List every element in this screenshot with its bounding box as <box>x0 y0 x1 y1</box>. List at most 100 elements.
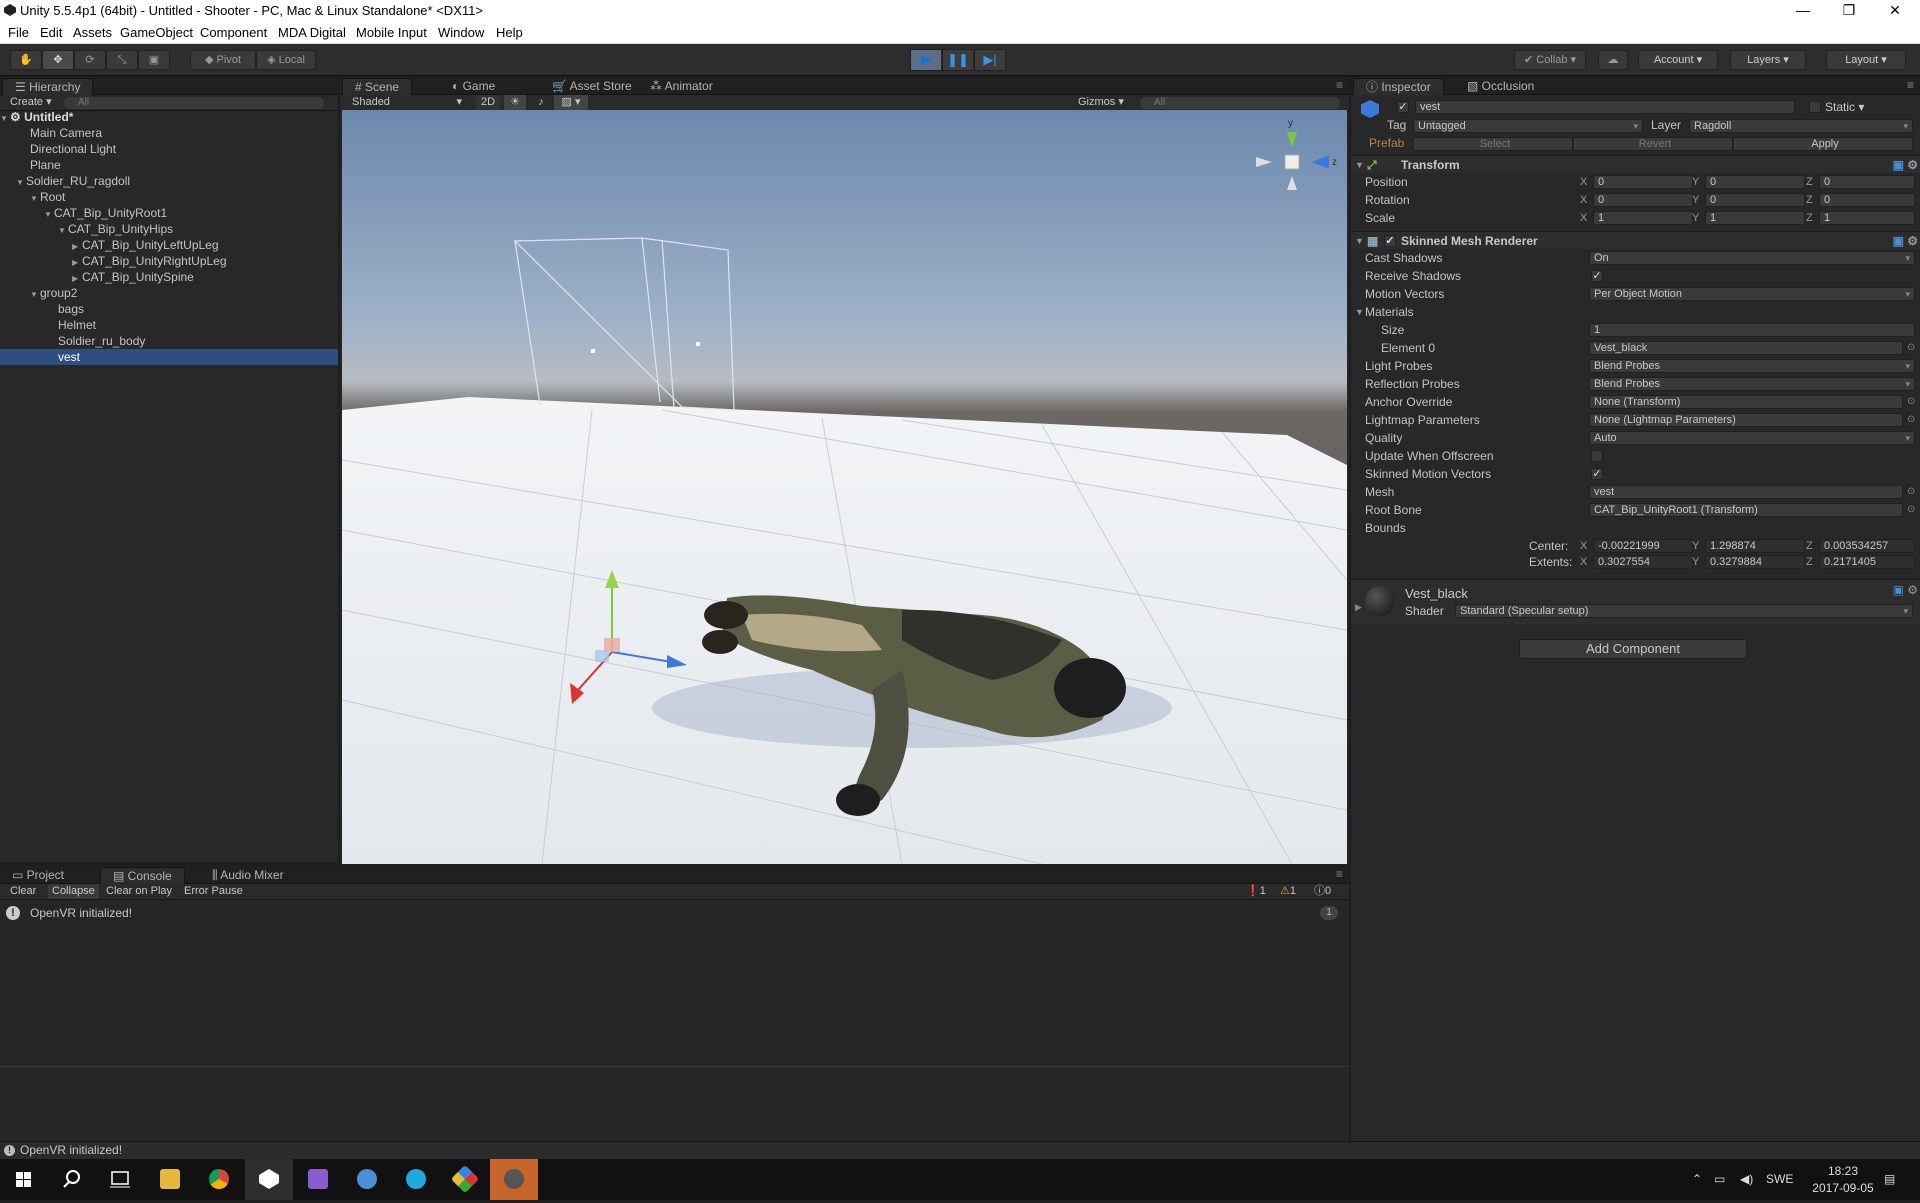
hierarchy-item-root1[interactable]: ▼ CAT_Bip_UnityRoot1 <box>0 205 338 221</box>
menu-window[interactable]: Window <box>438 25 484 40</box>
git-tool-icon[interactable] <box>441 1159 489 1200</box>
rotation-x-field[interactable]: 0 <box>1593 193 1693 207</box>
clock-time[interactable]: 18:23 <box>1816 1164 1870 1178</box>
rotation-z-field[interactable]: 0 <box>1819 193 1915 207</box>
skype-icon[interactable] <box>392 1159 440 1200</box>
panel-menu-icon[interactable]: ≡ <box>1336 78 1343 92</box>
fold-arrow-icon[interactable]: ▼ <box>1355 156 1364 174</box>
clear-on-play-button[interactable]: Clear on Play <box>106 884 172 899</box>
menu-mobile-input[interactable]: Mobile Input <box>356 25 427 40</box>
clock-date[interactable]: 2017-09-05 <box>1810 1181 1876 1195</box>
tab-scene[interactable]: # Scene <box>342 78 413 95</box>
number-field[interactable]: 1 <box>1589 323 1915 337</box>
step-button[interactable]: ▶| <box>974 49 1006 71</box>
hierarchy-item-root[interactable]: ▼ Root <box>0 189 338 205</box>
hierarchy-item-rightupleg[interactable]: ▶ CAT_Bip_UnityRightUpLeg <box>0 253 338 269</box>
menu-assets[interactable]: Assets <box>73 25 112 40</box>
help-icon[interactable]: ▣ <box>1893 583 1904 597</box>
object-field[interactable]: vest <box>1589 485 1903 499</box>
extents-z-field[interactable]: 0.2171405 <box>1819 555 1915 569</box>
menu-mda-digital[interactable]: MDA Digital <box>278 25 346 40</box>
network-icon[interactable]: ▭ <box>1714 1172 1725 1186</box>
property-dropdown[interactable]: Blend Probes <box>1589 377 1915 391</box>
start-button[interactable] <box>0 1159 48 1200</box>
scene-viewport[interactable]: y z <box>342 110 1347 864</box>
object-picker-icon[interactable]: ⊙ <box>1907 393 1915 411</box>
center-y-field[interactable]: 1.298874 <box>1705 539 1805 553</box>
visual-studio-icon[interactable] <box>294 1159 342 1200</box>
scale-y-field[interactable]: 1 <box>1705 211 1805 225</box>
clear-button[interactable]: Clear <box>10 884 36 899</box>
create-dropdown[interactable]: Create ▾ <box>10 95 52 110</box>
static-checkbox[interactable] <box>1809 101 1821 113</box>
menu-help[interactable]: Help <box>496 25 523 40</box>
maximize-button[interactable]: ❐ <box>1826 0 1872 22</box>
rect-tool-icon[interactable]: ▣ <box>138 50 170 70</box>
rotate-tool-icon[interactable]: ⟳ <box>74 50 106 70</box>
hierarchy-item-hips[interactable]: ▼ CAT_Bip_UnityHips <box>0 221 338 237</box>
search-icon[interactable] <box>48 1159 96 1200</box>
position-z-field[interactable]: 0 <box>1819 175 1915 189</box>
hierarchy-item-plane[interactable]: Plane <box>0 157 338 173</box>
language-indicator[interactable]: SWE <box>1766 1172 1793 1186</box>
pivot-toggle[interactable]: ◆ Pivot <box>190 50 256 70</box>
fold-arrow-icon[interactable]: ▼ <box>1355 232 1364 250</box>
task-view-icon[interactable] <box>96 1159 144 1200</box>
account-dropdown[interactable]: Account ▾ <box>1638 50 1718 70</box>
hierarchy-item-leftupleg[interactable]: ▶ CAT_Bip_UnityLeftUpLeg <box>0 237 338 253</box>
hierarchy-item-vest[interactable]: vest <box>0 349 338 365</box>
hierarchy-item-helmet[interactable]: Helmet <box>0 317 338 333</box>
property-dropdown[interactable]: Per Object Motion <box>1589 287 1915 301</box>
file-explorer-icon[interactable] <box>146 1159 194 1200</box>
add-component-button[interactable]: Add Component <box>1519 639 1747 659</box>
rotation-y-field[interactable]: 0 <box>1705 193 1805 207</box>
warning-count-toggle[interactable]: ⚠1 <box>1280 884 1296 899</box>
collapse-button[interactable]: Collapse <box>48 884 99 899</box>
object-picker-icon[interactable]: ⊙ <box>1907 501 1915 519</box>
hierarchy-item-group2[interactable]: ▼ group2 <box>0 285 338 301</box>
hierarchy-item-soldier-body[interactable]: Soldier_ru_body <box>0 333 338 349</box>
move-tool-icon[interactable]: ✥ <box>42 50 74 70</box>
object-picker-icon[interactable]: ⊙ <box>1907 411 1915 429</box>
property-checkbox[interactable]: ✓ <box>1591 270 1603 282</box>
scale-z-field[interactable]: 1 <box>1819 211 1915 225</box>
tab-audio-mixer[interactable]: ⫼ Audio Mixer <box>200 867 296 884</box>
prefab-apply-button[interactable]: Apply <box>1733 137 1913 151</box>
volume-icon[interactable]: ◀) <box>1740 1172 1753 1186</box>
tab-project[interactable]: ▭ Project <box>0 867 76 884</box>
layer-dropdown[interactable]: Ragdoll <box>1689 119 1913 133</box>
object-picker-icon[interactable]: ⊙ <box>1907 339 1915 357</box>
position-x-field[interactable]: 0 <box>1593 175 1693 189</box>
tab-hierarchy[interactable]: ☰ Hierarchy <box>2 78 94 95</box>
tab-inspector[interactable]: ⓘ Inspector <box>1353 78 1444 95</box>
cloud-icon[interactable]: ☁ <box>1598 50 1628 70</box>
object-field[interactable]: None (Lightmap Parameters) <box>1589 413 1903 427</box>
smr-header[interactable]: ▼ ▦ ✓ Skinned Mesh Renderer ▣ ⚙ <box>1351 231 1920 249</box>
tab-asset-store[interactable]: 🛒 Asset Store <box>540 78 644 95</box>
extents-y-field[interactable]: 0.3279884 <box>1705 555 1805 569</box>
tray-expand-icon[interactable]: ⌃ <box>1692 1172 1702 1186</box>
layers-dropdown[interactable]: Layers ▾ <box>1730 50 1806 70</box>
center-x-field[interactable]: -0.00221999 <box>1593 539 1693 553</box>
notifications-icon[interactable]: ▤ <box>1884 1172 1895 1186</box>
prefab-revert-button[interactable]: Revert <box>1573 137 1733 151</box>
menu-file[interactable]: File <box>8 25 29 40</box>
tab-occlusion[interactable]: ▧ Occlusion <box>1455 78 1546 95</box>
property-dropdown[interactable]: Auto <box>1589 431 1915 445</box>
object-field[interactable]: Vest_black <box>1589 341 1903 355</box>
hierarchy-item-bags[interactable]: bags <box>0 301 338 317</box>
menu-component[interactable]: Component <box>200 25 267 40</box>
minimize-button[interactable]: — <box>1780 0 1826 22</box>
scene-root-row[interactable]: ▼ ⚙ Untitled* <box>0 109 338 125</box>
scale-tool-icon[interactable]: ⤡ <box>106 50 138 70</box>
chrome-icon[interactable] <box>195 1159 243 1200</box>
hand-tool-icon[interactable]: ✋ <box>10 50 42 70</box>
property-label[interactable]: Materials <box>1365 303 1414 321</box>
panel-menu-icon[interactable]: ≡ <box>1336 867 1343 881</box>
gear-icon[interactable]: ⚙ <box>1907 232 1918 250</box>
tag-dropdown[interactable]: Untagged <box>1413 119 1643 133</box>
transform-header[interactable]: ▼ ⤢ Transform ▣ ⚙ <box>1351 155 1920 173</box>
extents-x-field[interactable]: 0.3027554 <box>1593 555 1693 569</box>
hierarchy-item-soldier[interactable]: ▼ Soldier_RU_ragdoll <box>0 173 338 189</box>
position-y-field[interactable]: 0 <box>1705 175 1805 189</box>
